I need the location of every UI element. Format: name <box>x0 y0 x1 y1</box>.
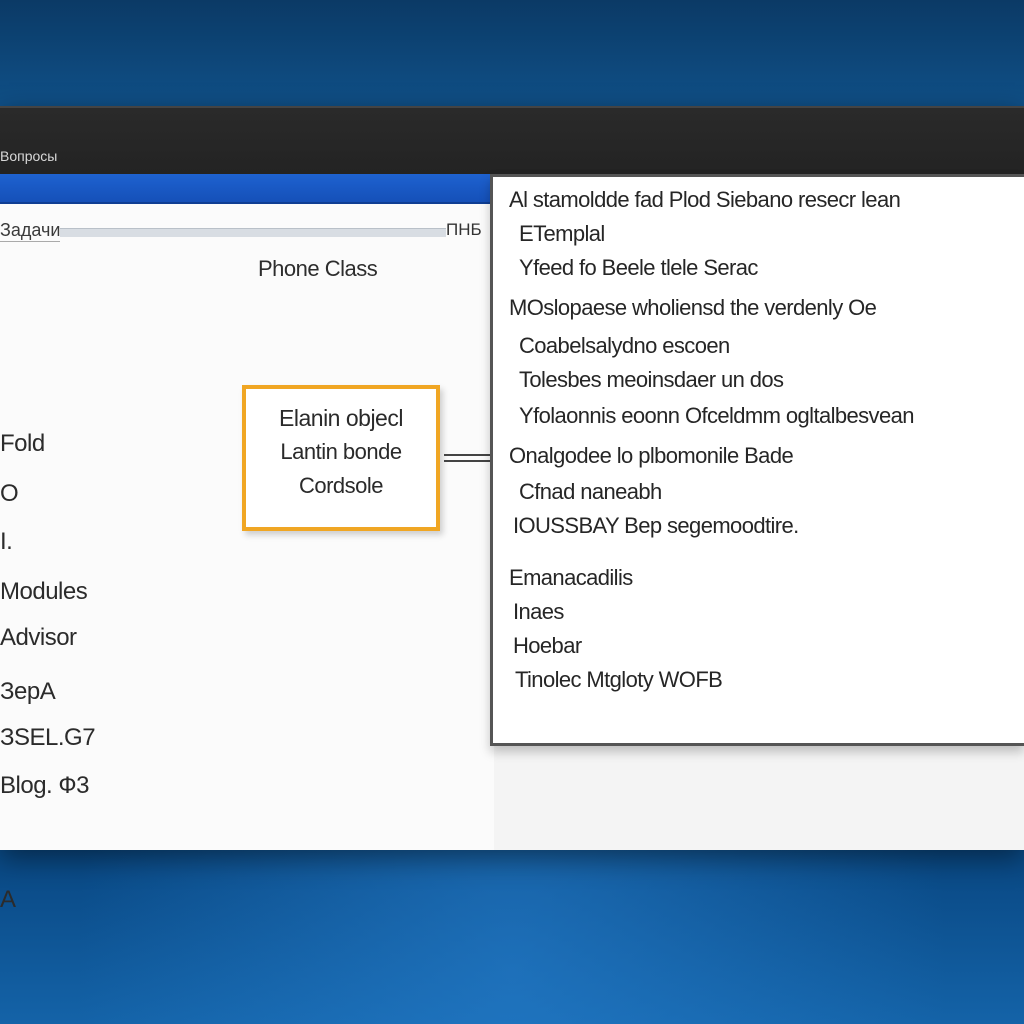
detail-row: Al stamoldde fad Plod Siebano resecr lea… <box>509 187 901 212</box>
section-heading: Phone Class <box>258 256 378 281</box>
search-input[interactable] <box>60 228 446 237</box>
search-row: Задачи ПНБ <box>0 214 492 246</box>
title-bar[interactable]: Вопросы <box>0 106 1024 174</box>
detail-row: Hoebar <box>513 633 582 658</box>
search-mark: ПНБ <box>446 220 482 239</box>
list-item[interactable]: ЗерА <box>0 678 56 706</box>
detail-row: MOslopaese wholiensd the verdenly Oe <box>509 295 877 320</box>
detail-row: Cfnad naneabh <box>519 479 662 504</box>
detail-row: Tolesbes meoinsdaer un dos <box>519 367 784 392</box>
callout-box: Elanin objecl Lantin bonde Cordsole <box>242 385 440 531</box>
list-item[interactable]: I. <box>0 528 13 556</box>
detail-row: IOUSSBAY Bep segemoodtire. <box>513 513 799 538</box>
detail-row: Yfeed fo Beele tlele Serac <box>519 255 758 280</box>
detail-row: Coabelsalydno escoen <box>519 333 730 358</box>
search-label: Задачи <box>0 220 61 242</box>
callout-connector <box>444 454 494 462</box>
detail-row: ETemplal <box>519 221 605 246</box>
detail-row: Yfolaonnis eoonn Ofceldmm ogltalbesvean <box>519 403 914 428</box>
list-item[interactable]: А <box>0 886 16 914</box>
list-item[interactable]: Modules <box>0 578 88 606</box>
detail-pane: Al stamoldde fad Plod Siebano resecr lea… <box>490 174 1024 746</box>
window-title: Вопросы <box>0 148 58 164</box>
app-window: Вопросы Задачи ПНБ Phone Class Fold O I.… <box>0 106 1024 913</box>
callout-line: Elanin objecl <box>279 405 403 431</box>
list-item[interactable]: O <box>0 480 19 508</box>
detail-row: Onalgodee lo plbomonile Bade <box>509 443 794 468</box>
detail-row: Emanacadilis <box>509 565 633 590</box>
list-item[interactable]: Blog. Ф3 <box>0 772 89 800</box>
detail-row: Inaes <box>513 599 564 624</box>
callout-line: Cordsole <box>298 473 384 498</box>
list-item[interactable]: Advisor <box>0 624 77 652</box>
main-pane: Задачи ПНБ Phone Class Fold O I. Modules… <box>0 174 494 913</box>
toolbar-strip <box>0 174 492 204</box>
callout-line: Lantin bonde <box>280 439 402 464</box>
detail-row: Tinolec Mtgloty WOFB <box>515 667 723 692</box>
list-item[interactable]: ЗSEL.G7 <box>0 724 96 752</box>
list-item[interactable]: Fold <box>0 430 45 458</box>
